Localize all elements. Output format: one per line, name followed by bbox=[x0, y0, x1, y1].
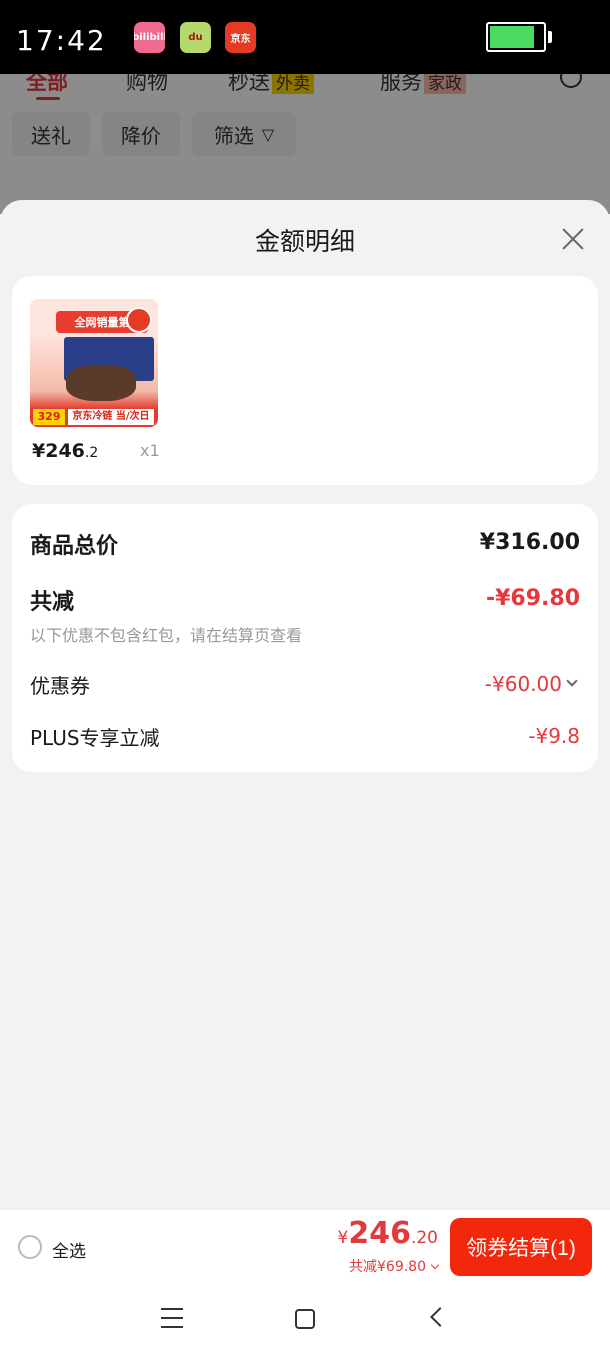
select-all-radio[interactable] bbox=[18, 1235, 42, 1259]
total-int: 246 bbox=[348, 1216, 411, 1251]
thumb-cold-chain: 京东冷链 当/次日达 bbox=[68, 409, 154, 425]
screen: 17:42 bilibili du 京东 全部 购物 秒送外卖 服务家政 送礼 … bbox=[0, 0, 610, 1356]
chevron-down-icon bbox=[566, 675, 578, 687]
reduce-text: 共减¥69.80 bbox=[349, 1259, 426, 1275]
total-reduce-value: -¥69.80 bbox=[485, 586, 580, 611]
price-symbol: ¥ bbox=[32, 440, 46, 462]
select-all-label[interactable]: 全选 bbox=[52, 1237, 86, 1262]
plus-label: PLUS专享立减 bbox=[30, 726, 160, 750]
item-price: ¥246.2 bbox=[32, 440, 98, 462]
battery-cap bbox=[548, 31, 552, 43]
coupon-label: 优惠券 bbox=[30, 674, 90, 698]
total-symbol: ¥ bbox=[337, 1228, 349, 1248]
total-price: ¥246.20 bbox=[338, 1216, 439, 1251]
close-icon[interactable] bbox=[556, 222, 590, 256]
thumb-price: 329 bbox=[33, 409, 65, 425]
sheet-title: 金额明细 bbox=[254, 227, 355, 256]
amount-detail-sheet: 金额明细 全网销量第 329 京东冷链 当/次日达 ¥246.2 x1 商品总价… bbox=[0, 200, 610, 1210]
status-bar: 17:42 bilibili du 京东 bbox=[0, 0, 610, 74]
jd-icon: 京东 bbox=[225, 22, 256, 53]
chevron-down-icon bbox=[430, 1260, 440, 1270]
reduce-detail-toggle[interactable]: 共减¥69.80 bbox=[349, 1256, 440, 1276]
du-icon: du bbox=[180, 22, 211, 53]
home-icon[interactable] bbox=[295, 1309, 315, 1329]
coupon-row[interactable]: -¥60.00 bbox=[484, 672, 578, 696]
product-image[interactable]: 全网销量第 329 京东冷链 当/次日达 bbox=[30, 299, 158, 427]
total-reduce-label: 共减 bbox=[30, 590, 75, 615]
menu-icon[interactable] bbox=[161, 1308, 183, 1328]
coupon-value: -¥60.00 bbox=[484, 672, 562, 696]
checkout-bar: 全选 ¥246.20 共减¥69.80 领券结算(1) bbox=[0, 1210, 610, 1284]
total-dec: .20 bbox=[410, 1228, 438, 1248]
item-quantity: x1 bbox=[140, 441, 160, 460]
discount-note: 以下优惠不包含红包，请在结算页查看 bbox=[30, 626, 303, 645]
dim-overlay[interactable] bbox=[0, 74, 610, 214]
status-time: 17:42 bbox=[16, 24, 107, 57]
bilibili-icon: bilibili bbox=[134, 22, 165, 53]
goods-total-label: 商品总价 bbox=[30, 534, 119, 559]
thumb-food bbox=[66, 365, 136, 401]
goods-total-value: ¥316.00 bbox=[479, 530, 580, 555]
product-card: 全网销量第 329 京东冷链 当/次日达 ¥246.2 x1 bbox=[12, 276, 598, 485]
navigation-bar bbox=[0, 1284, 610, 1356]
battery-level bbox=[490, 26, 535, 48]
plus-value: -¥9.8 bbox=[528, 724, 580, 748]
back-icon[interactable] bbox=[430, 1307, 450, 1327]
checkmark-icon bbox=[126, 307, 152, 333]
price-int: 246 bbox=[45, 440, 85, 462]
battery-icon bbox=[486, 22, 546, 52]
price-dec: .2 bbox=[84, 445, 99, 461]
price-detail-card: 商品总价 ¥316.00 共减 -¥69.80 以下优惠不包含红包，请在结算页查… bbox=[12, 504, 598, 772]
checkout-button[interactable]: 领券结算(1) bbox=[450, 1218, 592, 1276]
